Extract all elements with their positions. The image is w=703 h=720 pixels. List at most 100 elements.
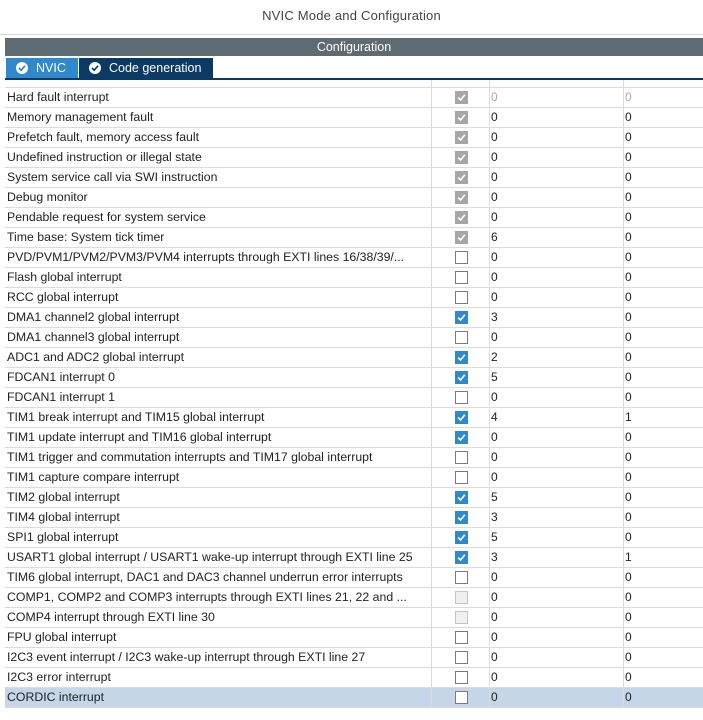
preemption-priority[interactable]: 5 (489, 368, 624, 387)
sub-priority[interactable]: 0 (622, 428, 703, 447)
sub-priority[interactable]: 0 (622, 568, 703, 587)
sub-priority[interactable]: 0 (622, 488, 703, 507)
sub-priority[interactable]: 0 (622, 328, 703, 347)
table-row[interactable]: FDCAN1 interrupt 0 50 (5, 368, 703, 388)
preemption-priority[interactable]: 0 (489, 428, 624, 447)
table-row[interactable]: TIM1 update interrupt and TIM16 global i… (5, 428, 703, 448)
sub-priority[interactable]: 0 (622, 468, 703, 487)
enabled-checkbox[interactable] (455, 571, 468, 584)
table-row[interactable]: TIM4 global interrupt 3 0 (5, 508, 703, 528)
sub-priority[interactable]: 0 (622, 668, 703, 687)
table-row[interactable]: Debug monitor 0 0 (5, 188, 703, 208)
enabled-checkbox[interactable] (455, 671, 468, 684)
preemption-priority[interactable]: 0 (489, 268, 624, 287)
sub-priority[interactable]: 0 (622, 308, 703, 327)
table-row[interactable]: Time base: System tick timer 6 0 (5, 228, 703, 248)
enabled-checkbox[interactable] (455, 451, 468, 464)
enabled-checkbox[interactable] (455, 491, 468, 504)
preemption-priority[interactable]: 6 (489, 228, 624, 247)
preemption-priority[interactable]: 0 (489, 188, 624, 207)
preemption-priority[interactable]: 3 (489, 308, 624, 327)
table-row[interactable]: TIM6 global interrupt, DAC1 and DAC3 cha… (5, 568, 703, 588)
sub-priority[interactable]: 0 (622, 228, 703, 247)
sub-priority[interactable]: 0 (622, 608, 703, 627)
sub-priority[interactable]: 0 (622, 148, 703, 167)
enabled-checkbox[interactable] (455, 431, 468, 444)
enabled-checkbox[interactable] (455, 511, 468, 524)
table-row[interactable]: I2C3 event interrupt / I2C3 wake-up inte… (5, 648, 703, 668)
sub-priority[interactable]: 0 (622, 108, 703, 127)
table-row[interactable]: System service call via SWI instruction 0… (5, 168, 703, 188)
preemption-priority[interactable]: 0 (489, 148, 624, 167)
sub-priority[interactable]: 0 (622, 528, 703, 547)
sub-priority[interactable]: 1 (622, 548, 703, 567)
preemption-priority[interactable]: 4 (489, 408, 624, 427)
preemption-priority[interactable]: 0 (489, 628, 624, 647)
table-row[interactable]: I2C3 error interrupt 0 0 (5, 668, 703, 688)
table-row[interactable]: Memory management fault 0 0 (5, 108, 703, 128)
tab-nvic[interactable]: NVIC (6, 58, 78, 78)
sub-priority[interactable]: 0 (622, 208, 703, 227)
table-row[interactable] (5, 80, 703, 88)
preemption-priority[interactable]: 0 (489, 448, 624, 467)
preemption-priority[interactable]: 2 (489, 348, 624, 367)
table-row[interactable]: FDCAN1 interrupt 1 00 (5, 388, 703, 408)
preemption-priority[interactable]: 3 (489, 508, 624, 527)
preemption-priority[interactable]: 0 (489, 688, 624, 707)
sub-priority[interactable]: 0 (622, 588, 703, 607)
preemption-priority[interactable]: 0 (489, 668, 624, 687)
preemption-priority[interactable]: 0 (489, 128, 624, 147)
preemption-priority[interactable]: 0 (489, 648, 624, 667)
table-row[interactable]: PVD/PVM1/PVM2/PVM3/PVM4 interrupts throu… (5, 248, 703, 268)
preemption-priority[interactable]: 0 (489, 608, 624, 627)
preemption-priority[interactable]: 0 (489, 88, 624, 107)
sub-priority[interactable]: 0 (622, 268, 703, 287)
sub-priority[interactable]: 0 (622, 88, 703, 107)
table-row[interactable]: Prefetch fault, memory access fault 0 0 (5, 128, 703, 148)
enabled-checkbox[interactable] (455, 411, 468, 424)
enabled-checkbox[interactable] (455, 291, 468, 304)
enabled-checkbox[interactable] (455, 371, 468, 384)
enabled-checkbox[interactable] (455, 651, 468, 664)
enabled-checkbox[interactable] (455, 351, 468, 364)
enabled-checkbox[interactable] (455, 531, 468, 544)
preemption-priority[interactable]: 0 (489, 248, 624, 267)
table-row[interactable]: Undefined instruction or illegal state 0 0 (5, 148, 703, 168)
preemption-priority[interactable]: 5 (489, 528, 624, 547)
table-row[interactable]: CORDIC interrupt 0 0 (5, 688, 703, 708)
preemption-priority[interactable]: 0 (489, 568, 624, 587)
sub-priority[interactable]: 0 (622, 168, 703, 187)
preemption-priority[interactable]: 0 (489, 108, 624, 127)
table-row[interactable]: TIM1 trigger and commutation interrupts … (5, 448, 703, 468)
sub-priority[interactable]: 1 (622, 408, 703, 427)
preemption-priority[interactable]: 3 (489, 548, 624, 567)
enabled-checkbox[interactable] (455, 311, 468, 324)
preemption-priority[interactable]: 0 (489, 208, 624, 227)
enabled-checkbox[interactable] (455, 331, 468, 344)
table-row[interactable]: COMP4 interrupt through EXTI line 30 0 0 (5, 608, 703, 628)
sub-priority[interactable]: 0 (622, 628, 703, 647)
table-row[interactable]: FPU global interrupt 0 0 (5, 628, 703, 648)
nvic-interrupt-table[interactable]: Hard fault interrupt 0 0 Memory management … (5, 80, 703, 720)
table-row[interactable]: Hard fault interrupt 0 0 (5, 88, 703, 108)
table-row[interactable]: DMA1 channel3 global interrupt 0 0 (5, 328, 703, 348)
sub-priority[interactable]: 0 (622, 368, 703, 387)
tab-code-generation[interactable]: Code generation (79, 58, 213, 78)
sub-priority[interactable]: 0 (622, 188, 703, 207)
enabled-checkbox[interactable] (455, 691, 468, 704)
enabled-checkbox[interactable] (455, 551, 468, 564)
preemption-priority[interactable]: 0 (489, 468, 624, 487)
table-row[interactable]: TIM1 break interrupt and TIM15 global in… (5, 408, 703, 428)
sub-priority[interactable]: 0 (622, 248, 703, 267)
table-row[interactable]: Pendable request for system service 0 0 (5, 208, 703, 228)
table-row[interactable]: Flash global interrupt 0 0 (5, 268, 703, 288)
preemption-priority[interactable]: 0 (489, 328, 624, 347)
sub-priority[interactable]: 0 (622, 348, 703, 367)
preemption-priority[interactable]: 0 (489, 588, 624, 607)
sub-priority[interactable]: 0 (622, 448, 703, 467)
table-row[interactable]: USART1 global interrupt / USART1 wake-up… (5, 548, 703, 568)
preemption-priority[interactable]: 0 (489, 168, 624, 187)
table-row[interactable]: TIM1 capture compare interrupt 0 0 (5, 468, 703, 488)
preemption-priority[interactable]: 0 (489, 288, 624, 307)
sub-priority[interactable]: 0 (622, 648, 703, 667)
